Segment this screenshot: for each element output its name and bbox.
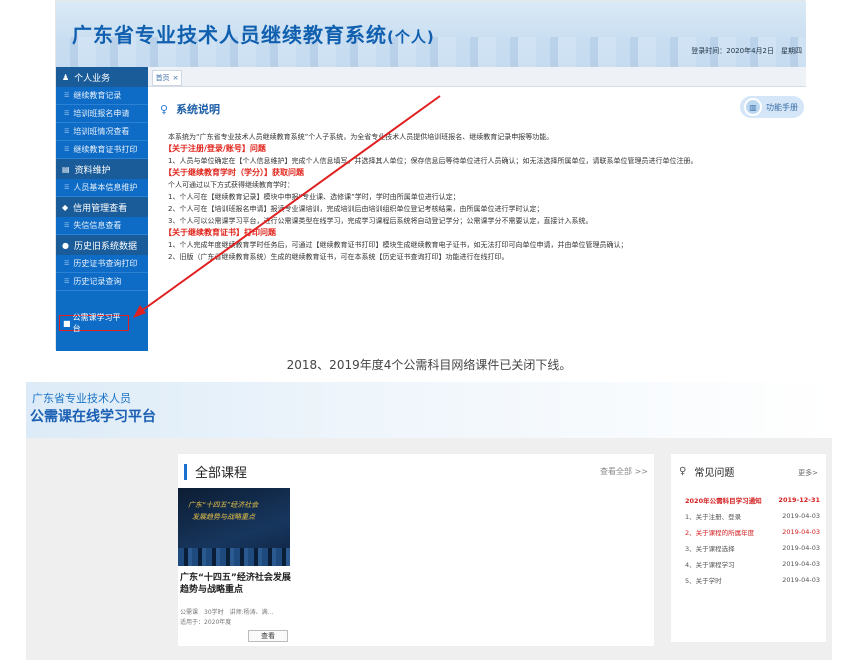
system-banner: 广东省专业技术人员继续教育系统(个人) 登录时间：2020年4月2日 星期四 xyxy=(56,1,806,67)
platform-screenshot: 广东省专业技术人员 公需课在线学习平台 全部课程 查看全部 >> 广东“十四五”… xyxy=(26,382,832,660)
sidebar-item[interactable]: ☰ 继续教育证书打印 xyxy=(56,141,148,159)
section-heading: 【关于注册/登录/账号】问题 xyxy=(164,144,266,153)
view-course-button[interactable]: 查看 xyxy=(248,630,288,642)
sidebar-item-public-course-platform[interactable]: ■ 公需课学习平台 xyxy=(59,313,129,333)
sidebar-item[interactable]: ☰ 失信信息查看 xyxy=(56,217,148,235)
faq-more-link[interactable]: 更多> xyxy=(798,468,818,478)
course-thumbnail[interactable]: 广东“十四五”经济社会 发展趋势与战略重点 xyxy=(178,488,290,566)
square-icon: ■ xyxy=(63,318,71,328)
person-icon: ♟ xyxy=(62,72,70,82)
view-all-link[interactable]: 查看全部 >> xyxy=(600,466,648,477)
accent-bar xyxy=(184,463,187,480)
all-courses-panel: 全部课程 查看全部 >> 广东“十四五”经济社会 发展趋势与战略重点 广东“十四… xyxy=(178,454,654,646)
sidebar-group-0[interactable]: ♟ 个人业务 xyxy=(56,67,148,87)
platform-title: 公需课在线学习平台 xyxy=(30,409,156,425)
microphone-icon: ♀ xyxy=(679,466,687,477)
course-title[interactable]: 广东“十四五”经济社会发展趋势与战略重点 xyxy=(180,572,292,596)
close-icon[interactable]: × xyxy=(173,74,179,82)
list-icon: ☰ xyxy=(64,278,70,285)
faq-item[interactable]: 3、关于课程选择 2019-04-03 xyxy=(685,540,820,556)
system-title: 广东省专业技术人员继续教育系统(个人) xyxy=(72,23,435,47)
manual-button[interactable]: ▥ 功能手册 xyxy=(740,96,804,118)
section-line: 1、个人可在【继续教育记录】模块中申报“专业课、选修课”学时，学时由所属单位进行… xyxy=(168,193,460,201)
list-icon: ☰ xyxy=(64,146,70,153)
shield-icon: ◆ xyxy=(62,202,69,212)
list-icon: ☰ xyxy=(64,92,70,99)
list-icon: ☰ xyxy=(64,128,70,135)
sidebar-item[interactable]: ☰ 历史证书查询打印 xyxy=(56,255,148,273)
faq-panel: ♀ 常见问题 更多> 2020年公需科目学习通知 2019-12-31 1、关于注册… xyxy=(671,454,826,642)
sidebar-item[interactable]: ☰ 人员基本信息维护 xyxy=(56,179,148,197)
login-time: 登录时间：2020年4月2日 星期四 xyxy=(691,47,802,55)
sidebar-item[interactable]: ☰ 继续教育记录 xyxy=(56,87,148,105)
intro-text: 本系统为“广东省专业技术人员继续教育系统”个人子系统，为全省专业技术人员提供培训… xyxy=(168,133,554,141)
system-screenshot: 广东省专业技术人员继续教育系统(个人) 登录时间：2020年4月2日 星期四 ♟… xyxy=(55,0,806,351)
faq-item[interactable]: 4、关于课程学习 2019-04-03 xyxy=(685,556,820,572)
faq-item[interactable]: 2020年公需科目学习通知 2019-12-31 xyxy=(685,492,820,508)
list-icon: ☰ xyxy=(64,184,70,191)
caption: 2018、2019年度4个公需科目网络课件已关闭下线。 xyxy=(286,358,572,372)
section-line: 个人可通过以下方式获得继续教育学时： xyxy=(168,181,294,189)
section-line: 3、个人可以公需课学习平台，进行公需课类型在线学习，完成学习课程后系统将自动登记… xyxy=(168,217,593,225)
section-line: 2、个人可在【培训班报名申请】报读专业课培训，完成培训后由培训组织单位登记考核结… xyxy=(168,205,544,213)
section-line: 2、旧版（广东省继续教育系统）生成的继续教育证书，可在本系统【历史证书查询打印】… xyxy=(168,253,509,261)
sidebar: ♟ 个人业务 ☰ 继续教育记录 ☰ 培训班报名申请 ☰ 培训班情况查看 ☰ 继续教育证书打印 ▤ 资料… xyxy=(56,67,148,351)
platform-subtitle: 广东省专业技术人员 xyxy=(32,392,131,405)
microphone-icon: ♀ xyxy=(160,102,169,116)
courses-header: 全部课程 xyxy=(184,462,247,481)
section-heading: 【关于继续教育学时（学分）】获取问题 xyxy=(164,168,304,177)
section-line: 1、个人完成年度继续教育学时任务后，可通过【继续教育证书打印】模块生成继续教育电… xyxy=(168,241,628,249)
book-icon: ▥ xyxy=(744,98,762,116)
faq-item[interactable]: 2、关于课程的所属年度 2019-04-03 xyxy=(685,524,820,540)
course-meta: 公需课 30学时 讲师:杨涛、满… 适用于：2020年度 xyxy=(180,609,274,626)
page-title: ♀ 系统说明 xyxy=(160,102,221,117)
sidebar-group-2[interactable]: ◆ 信用管理查看 xyxy=(56,197,148,217)
list-icon: ☰ xyxy=(64,222,70,229)
faq-item[interactable]: 5、关于学时 2019-04-03 xyxy=(685,572,820,588)
sidebar-group-1[interactable]: ▤ 资料维护 xyxy=(56,159,148,179)
faq-header: ♀ 常见问题 xyxy=(679,466,735,479)
city-skyline-image xyxy=(178,548,290,566)
section-heading: 【关于继续教育证书】打印问题 xyxy=(164,228,276,237)
document-icon: ▤ xyxy=(62,164,70,174)
sidebar-item[interactable]: ☰ 培训班报名申请 xyxy=(56,105,148,123)
main-content: ♀ 系统说明 ▥ 功能手册 本系统为“广东省专业技术人员继续教育系统”个人子系统… xyxy=(148,87,806,351)
section-line: 1、人员与单位确定在【个人信息维护】完成个人信息填写，并选择其人单位；保存信息后… xyxy=(168,157,698,165)
tab-home[interactable]: 首页 × xyxy=(152,70,182,86)
faq-item[interactable]: 1、关于注册、登录 2019-04-03 xyxy=(685,508,820,524)
sidebar-item[interactable]: ☰ 培训班情况查看 xyxy=(56,123,148,141)
list-icon: ☰ xyxy=(64,260,70,267)
tab-bar: 首页 × xyxy=(148,67,806,87)
system-description: 本系统为“广东省专业技术人员继续教育系统”个人子系统，为全省专业技术人员提供培训… xyxy=(164,131,798,263)
list-icon: ☰ xyxy=(64,110,70,117)
sidebar-group-3[interactable]: ● 历史旧系统数据 xyxy=(56,235,148,255)
history-icon: ● xyxy=(62,240,69,250)
platform-banner: 广东省专业技术人员 公需课在线学习平台 xyxy=(26,382,832,438)
faq-list: 2020年公需科目学习通知 2019-12-31 1、关于注册、登录 2019-04-… xyxy=(685,492,820,588)
sidebar-item[interactable]: ☰ 历史记录查询 xyxy=(56,273,148,291)
